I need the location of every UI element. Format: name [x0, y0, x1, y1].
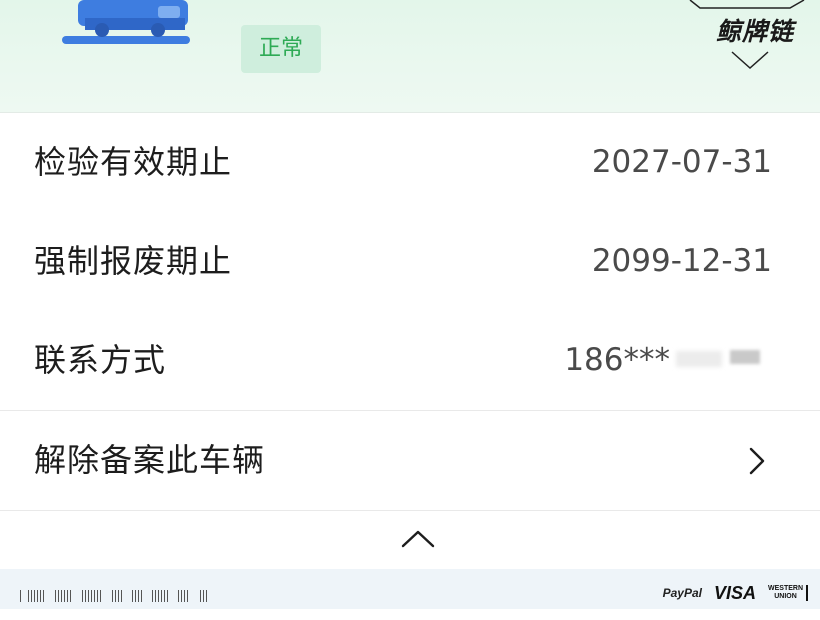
bottom-edge [0, 609, 820, 620]
row-value: 2027-07-31 [591, 144, 772, 180]
visa-logo: VISA [713, 582, 756, 603]
status-badge: 正常 [241, 25, 321, 73]
payment-logos: PayPal VISA WESTERN UNION [663, 581, 808, 605]
row-label: 强制报废期止 [34, 242, 233, 280]
footer-strip: PayPal VISA WESTERN UNION [0, 569, 820, 609]
row-label: 解除备案此车辆 [34, 441, 266, 479]
row-value: 2099-12-31 [591, 243, 772, 279]
western-union-logo: WESTERN UNION [768, 585, 808, 601]
barcode-icon [20, 590, 207, 602]
row-label: 检验有效期止 [34, 143, 233, 181]
row-label: 联系方式 [34, 341, 167, 379]
row-unregister-vehicle[interactable]: 解除备案此车辆 [0, 411, 820, 511]
row-inspection-valid-until: 检验有效期止 2027-07-31 [0, 113, 820, 213]
caret-up-icon[interactable] [400, 529, 436, 549]
redacted-mask [676, 351, 722, 367]
chevron-right-icon[interactable] [748, 446, 766, 476]
row-scrap-deadline: 强制报废期止 2099-12-31 [0, 212, 820, 312]
paypal-logo: PayPal [662, 586, 702, 600]
collapse-toggle[interactable] [0, 511, 820, 569]
redacted-mask [730, 350, 760, 364]
row-contact: 联系方式 186*** [0, 311, 820, 411]
brand-logo: 鲸牌链 [715, 17, 794, 46]
vehicle-icon [62, 0, 190, 44]
contact-phone: 186*** [564, 342, 670, 378]
vehicle-header: 正常 鲸牌链 [0, 0, 820, 113]
